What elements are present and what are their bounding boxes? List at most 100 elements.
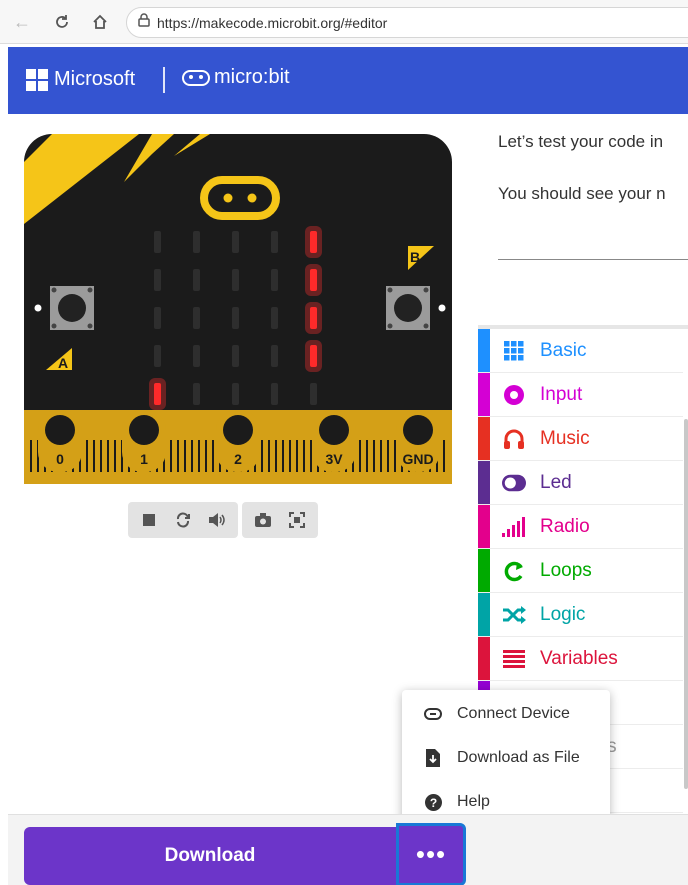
led-off [154,269,161,291]
edge-tooth [107,440,109,472]
address-bar[interactable]: https://makecode.microbit.org/#editor [126,7,688,38]
edge-tooth [373,440,375,472]
link-icon [424,705,442,723]
tutorial-divider [498,259,688,260]
headphones-icon [502,427,526,451]
edge-tooth [366,440,368,472]
grid-icon [502,339,526,363]
restart-icon[interactable] [168,506,198,534]
app-header: Microsoft micro:bit [8,47,688,114]
led-on [310,269,317,291]
edge-tooth [387,440,389,472]
category-color-stripe [478,329,490,372]
pin-label: GND [402,451,433,467]
edge-tooth [380,440,382,472]
edge-tooth [93,440,95,472]
led-off [310,383,317,405]
category-color-stripe [478,549,490,592]
back-arrow-icon[interactable]: ← [10,10,34,34]
pin-hole[interactable] [403,415,433,445]
led-off [154,345,161,367]
screenshot-icon[interactable] [248,506,278,534]
capture-controls [242,502,318,538]
category-color-stripe [478,417,490,460]
pin-label: 0 [56,451,64,467]
led-off [193,231,200,253]
file-download-icon [424,749,442,767]
pin-label: 3V [325,451,343,467]
pin-label: 1 [140,451,148,467]
edge-tooth [282,440,284,472]
site-info-icon[interactable] [137,13,151,32]
toolbox-category-radio[interactable]: Radio [478,505,683,549]
fullscreen-icon[interactable] [282,506,312,534]
edge-tooth [191,440,193,472]
category-color-stripe [478,505,490,548]
loop-icon [502,559,526,583]
toggle-icon [502,471,526,495]
signal-icon [502,515,526,539]
edge-tooth [205,440,207,472]
help-icon: ? [424,793,442,811]
edge-tooth [310,440,312,472]
led-off [193,383,200,405]
led-off [154,231,161,253]
toolbox-category-input[interactable]: Input [478,373,683,417]
shuffle-icon [502,603,526,627]
category-label: Led [540,471,572,493]
home-icon[interactable] [88,10,112,34]
category-color-stripe [478,593,490,636]
toolbox-category-basic[interactable]: Basic [478,329,683,373]
microbit-icon [182,69,210,86]
led-off [193,307,200,329]
download-options-menu: Connect Device Download as File ? Help [402,690,610,826]
pin-hole[interactable] [223,415,253,445]
toolbox-scrollbar[interactable] [684,419,688,789]
led-off [271,307,278,329]
toolbox-category-led[interactable]: Led [478,461,683,505]
edge-tooth [359,440,361,472]
download-button[interactable]: Download [24,827,396,885]
edge-tooth [114,440,116,472]
product-name: micro:bit [214,66,290,88]
edge-tooth [212,440,214,472]
pin-hole[interactable] [129,415,159,445]
playback-controls [128,502,238,538]
toolbox-category-loops[interactable]: Loops [478,549,683,593]
menu-item-connect-device[interactable]: Connect Device [402,692,610,736]
led-off [193,269,200,291]
microbit-board[interactable]: A B 0 1 2 3V GND [24,134,452,484]
toolbox-category-variables[interactable]: Variables [478,637,683,681]
led-on [310,231,317,253]
category-label: Music [540,427,590,449]
edge-tooth [261,440,263,472]
toolbox-category-logic[interactable]: Logic [478,593,683,637]
pin-hole[interactable] [45,415,75,445]
circle-icon [502,383,526,407]
svg-text:?: ? [429,796,436,810]
more-options-button[interactable]: ••• [396,823,466,885]
category-label: Input [540,383,583,405]
led-off [154,307,161,329]
led-off [232,307,239,329]
browser-toolbar: ← https://makecode.microbit.org/#editor [0,0,688,44]
led-off [232,231,239,253]
edge-tooth [170,440,172,472]
tutorial-text-line-2: You should see your n [498,184,666,203]
stop-icon[interactable] [134,506,164,534]
button-b-label: B [410,249,420,265]
edge-tooth [443,440,445,472]
pin-hole[interactable] [319,415,349,445]
edge-tooth [303,440,305,472]
menu-item-download-as-file[interactable]: Download as File [402,736,610,780]
category-label: Logic [540,603,586,625]
led-off [232,383,239,405]
led-on [310,307,317,329]
category-color-stripe [478,373,490,416]
microbit-logo[interactable]: micro:bit [182,66,290,89]
edge-tooth [268,440,270,472]
edge-tooth [394,440,396,472]
sound-icon[interactable] [202,506,232,534]
reload-icon[interactable] [50,10,74,34]
toolbox-category-music[interactable]: Music [478,417,683,461]
